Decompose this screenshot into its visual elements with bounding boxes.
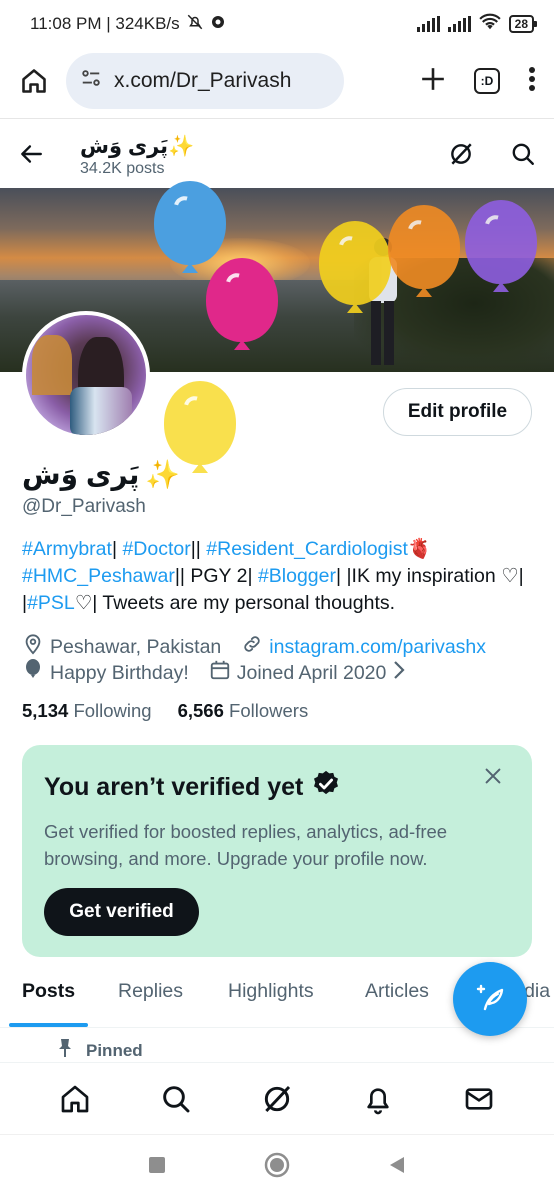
android-system-nav [0,1134,554,1200]
tab-posts[interactable]: Posts [22,980,75,1003]
get-verified-button[interactable]: Get verified [44,888,199,936]
balloon-purple [465,200,537,292]
more-menu-icon[interactable] [528,66,536,97]
tab-highlights[interactable]: Highlights [228,980,314,1003]
site-settings-icon[interactable] [80,67,102,95]
back-arrow-icon[interactable] [18,141,44,172]
balloon-yellow-banner [319,221,391,313]
follow-stats: 5,134 Following 6,566 Followers [22,700,308,722]
hashtag-link[interactable]: #Doctor [122,538,190,560]
balloon-pink [206,258,278,350]
verify-title: You aren’t verified yet [44,769,510,806]
url-text: x.com/Dr_Parivash [114,69,292,92]
profile-meta-row-2: Happy Birthday! Joined April 2020 [22,658,534,688]
home-circle-icon[interactable] [263,1151,291,1184]
heart-emoji: 🫀 [407,538,433,560]
back-triangle-icon[interactable] [387,1155,407,1180]
tab-articles[interactable]: Articles [365,980,429,1003]
pinned-label: Pinned [56,1038,143,1063]
notification-dot-icon [210,14,226,35]
tabs-switcher-button[interactable]: :D [474,68,500,94]
recents-square-icon[interactable] [147,1155,167,1180]
grok-icon[interactable] [448,141,474,172]
cell-signal-icon [416,16,440,32]
verification-promo-card: You aren’t verified yet Get verified for… [22,745,532,957]
bottom-navigation [0,1062,554,1134]
sparkle-emoji: ✨ [145,459,181,490]
hashtag-link[interactable]: #PSL [27,592,75,614]
link-icon [241,633,263,661]
verified-badge-icon [311,769,341,806]
browser-toolbar: x.com/Dr_Parivash :D [0,48,554,114]
joined-text[interactable]: Joined April 2020 [237,662,387,685]
profile-meta-row: Peshawar, Pakistan instagram.com/parivas… [22,633,534,661]
bell-off-icon [186,13,204,36]
nav-notifications-icon[interactable] [354,1075,402,1123]
cell-signal-2-icon [447,16,471,32]
balloon-blue [154,181,226,273]
balloon-birthday-icon [22,658,44,688]
balloon-orange [388,205,460,297]
nav-home-icon[interactable] [51,1075,99,1123]
compose-feather-icon [472,979,508,1020]
website-link[interactable]: instagram.com/parivashx [269,636,486,659]
verify-description: Get verified for boosted replies, analyt… [44,821,448,869]
header-display-name: پَری وَش✨ [80,135,195,158]
battery-indicator: 28 [508,15,538,33]
pin-icon [56,1038,74,1063]
header-post-count: 34.2K posts [80,160,165,177]
location-pin-icon [22,633,44,661]
handle: @Dr_Parivash [22,496,146,517]
birthday-text: Happy Birthday! [50,661,189,684]
profile-bio: #Armybrat| #Doctor|| #Resident_Cardiolog… [22,538,524,614]
balloon-yellow [164,381,236,473]
edit-profile-button[interactable]: Edit profile [383,388,532,436]
chevron-right-icon[interactable] [392,659,406,687]
address-bar[interactable]: x.com/Dr_Parivash [66,53,344,109]
search-icon[interactable] [510,141,536,172]
toolbar-divider [0,118,554,119]
compose-post-button[interactable] [453,962,527,1036]
active-tab-indicator [9,1023,88,1027]
calendar-icon [209,659,231,687]
hashtag-link[interactable]: #Armybrat [22,538,112,560]
followers-link[interactable]: 6,566 Followers [178,700,309,722]
wifi-icon [478,13,501,36]
home-browser-icon[interactable] [14,61,54,101]
hashtag-link[interactable]: #Resident_Cardiologist [206,538,408,560]
location-text: Peshawar, Pakistan [50,635,222,658]
display-name: پَری وَش ✨ [22,458,180,491]
close-icon[interactable] [482,765,504,787]
nav-grok-icon[interactable] [253,1075,301,1123]
nav-messages-icon[interactable] [455,1075,503,1123]
nav-search-icon[interactable] [152,1075,200,1123]
new-tab-icon[interactable] [420,66,446,97]
profile-avatar[interactable] [22,311,150,439]
status-bar: 11:08 PM | 324KB/s 28 [0,0,554,48]
hashtag-link[interactable]: #Blogger [258,565,336,587]
profile-top-bar: پَری وَش✨ 34.2K posts [0,124,554,188]
hashtag-link[interactable]: #HMC_Peshawar [22,565,175,587]
tab-replies[interactable]: Replies [118,980,183,1003]
following-link[interactable]: 5,134 Following [22,700,152,722]
display-name-text: پَری وَش [22,459,140,490]
status-time: 11:08 PM | 324KB/s [30,14,180,33]
